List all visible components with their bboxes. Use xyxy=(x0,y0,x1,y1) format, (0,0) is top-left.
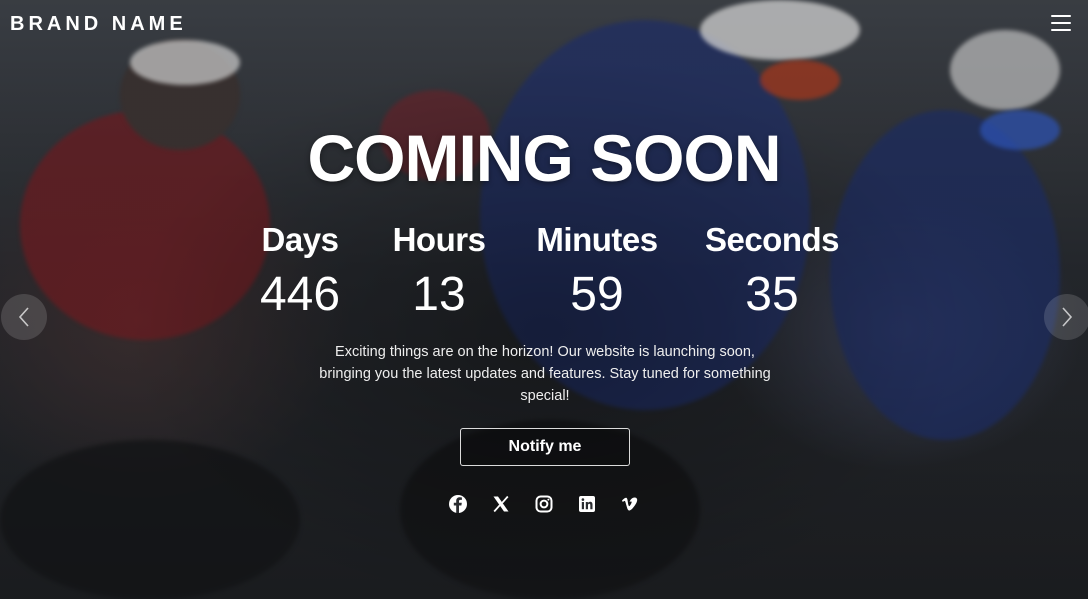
countdown-hours: Hours 13 xyxy=(376,220,502,328)
countdown-days: Days 446 xyxy=(236,220,364,328)
menu-line xyxy=(1051,22,1071,24)
facebook-icon[interactable] xyxy=(448,494,468,514)
page-title: COMING SOON xyxy=(307,121,781,195)
notify-me-button[interactable]: Notify me xyxy=(460,428,630,466)
vimeo-icon[interactable] xyxy=(620,494,640,514)
launch-description: Exciting things are on the horizon! Our … xyxy=(319,344,771,404)
countdown-label: Seconds xyxy=(704,221,840,258)
social-links xyxy=(0,494,1088,514)
countdown-minutes: Minutes 59 xyxy=(512,220,682,328)
menu-line xyxy=(1051,29,1071,31)
brand-logo[interactable]: BRAND NAME xyxy=(10,13,187,36)
countdown-label: Days xyxy=(261,221,339,258)
countdown-seconds: Seconds 35 xyxy=(692,220,852,328)
hamburger-menu-button[interactable] xyxy=(1046,8,1076,38)
countdown-timer: Days 446 Hours 13 Minutes 59 Seconds 35 xyxy=(0,220,1088,328)
countdown-value: 13 xyxy=(412,268,466,321)
linkedin-icon[interactable] xyxy=(577,494,597,514)
countdown-value: 35 xyxy=(745,268,799,321)
instagram-icon[interactable] xyxy=(534,494,554,514)
countdown-label: Hours xyxy=(392,221,486,258)
menu-line xyxy=(1051,15,1071,17)
countdown-value: 59 xyxy=(570,268,624,321)
x-icon[interactable] xyxy=(491,494,511,514)
countdown-value: 446 xyxy=(259,268,341,321)
countdown-label: Minutes xyxy=(536,221,658,258)
